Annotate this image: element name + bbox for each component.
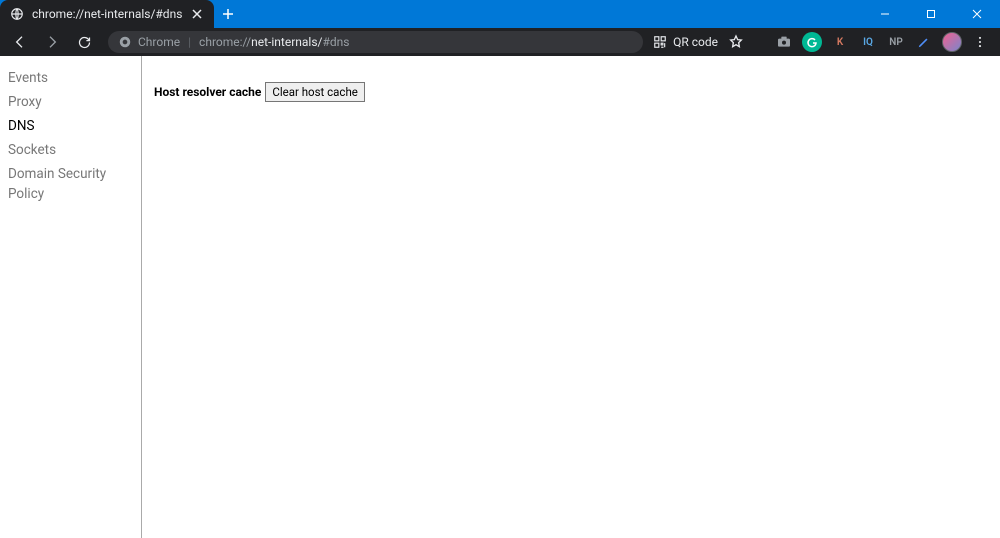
sidebar-item-sockets[interactable]: Sockets [8, 138, 133, 162]
net-internals-sidebar: Events Proxy DNS Sockets Domain Security… [0, 56, 142, 538]
bookmark-star-button[interactable] [726, 32, 746, 52]
window-close-button[interactable] [954, 0, 1000, 28]
globe-icon [10, 7, 24, 21]
toolbar-right: QR code K IQ NP [653, 32, 994, 52]
browser-menu-button[interactable] [970, 32, 990, 52]
url-hash: #dns [322, 35, 349, 49]
window-maximize-button[interactable] [908, 0, 954, 28]
extension-pen-icon[interactable] [914, 32, 934, 52]
extension-np-icon[interactable]: NP [886, 32, 906, 52]
site-identity[interactable]: Chrome [118, 35, 180, 49]
extension-camera-icon[interactable] [774, 32, 794, 52]
url-scheme: chrome:// [199, 35, 251, 49]
close-icon[interactable] [190, 7, 204, 21]
sidebar-item-domain-security-policy[interactable]: Domain Security Policy [8, 162, 133, 206]
url-host: net-internals/ [251, 35, 322, 49]
page-content: Events Proxy DNS Sockets Domain Security… [0, 56, 1000, 538]
forward-button[interactable] [38, 28, 66, 56]
dns-panel: Host resolver cache Clear host cache [142, 56, 377, 538]
extension-iq-icon[interactable]: IQ [858, 32, 878, 52]
reload-button[interactable] [70, 28, 98, 56]
window-controls [862, 0, 1000, 28]
chrome-icon [118, 35, 132, 49]
qr-label: QR code [673, 35, 718, 49]
url-text: chrome://net-internals/#dns [199, 35, 349, 49]
window-minimize-button[interactable] [862, 0, 908, 28]
tab-title: chrome://net-internals/#dns [32, 7, 182, 21]
profile-avatar[interactable] [942, 32, 962, 52]
sidebar-item-proxy[interactable]: Proxy [8, 90, 133, 114]
origin-label: Chrome [138, 35, 180, 49]
back-button[interactable] [6, 28, 34, 56]
address-bar[interactable]: Chrome | chrome://net-internals/#dns [108, 31, 643, 53]
new-tab-button[interactable] [214, 0, 242, 28]
window-titlebar: chrome://net-internals/#dns [0, 0, 1000, 28]
extension-grammarly-icon[interactable] [802, 32, 822, 52]
tab-strip: chrome://net-internals/#dns [0, 0, 242, 28]
cache-label: Host resolver cache [154, 85, 261, 99]
address-separator: | [188, 35, 191, 49]
qr-code-button[interactable]: QR code [653, 35, 718, 49]
clear-host-cache-button[interactable]: Clear host cache [265, 82, 365, 102]
host-resolver-cache-row: Host resolver cache Clear host cache [154, 82, 365, 102]
sidebar-item-dns[interactable]: DNS [8, 114, 133, 138]
qr-icon [653, 35, 667, 49]
browser-toolbar: Chrome | chrome://net-internals/#dns QR … [0, 28, 1000, 56]
sidebar-item-events[interactable]: Events [8, 66, 133, 90]
extension-k-icon[interactable]: K [830, 32, 850, 52]
browser-tab-active[interactable]: chrome://net-internals/#dns [0, 0, 214, 28]
